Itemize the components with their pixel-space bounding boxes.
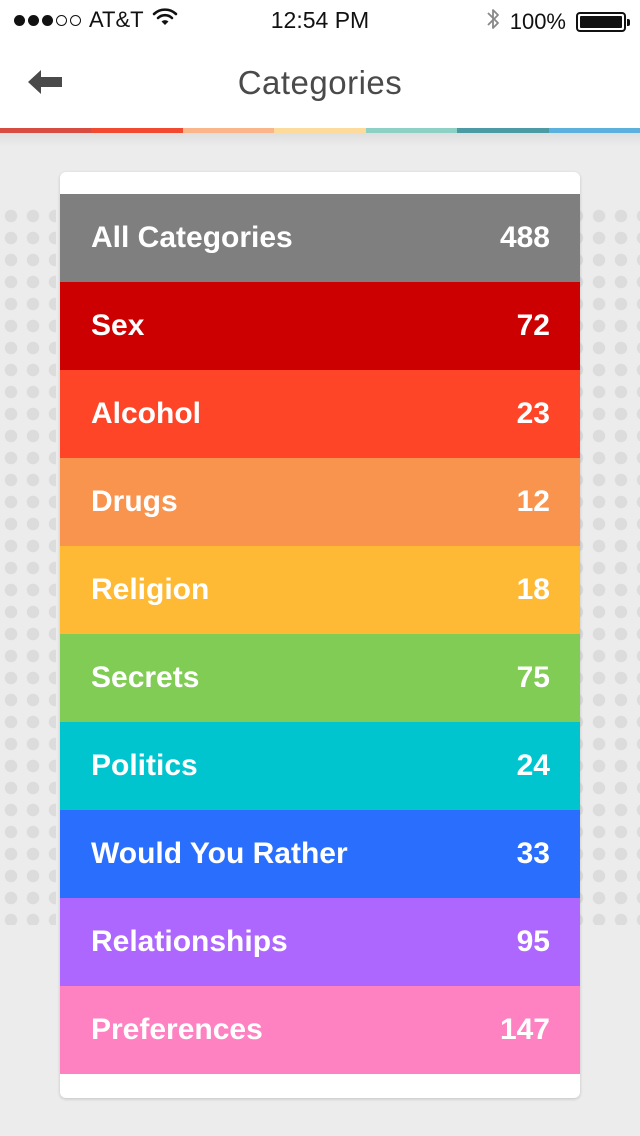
category-row[interactable]: Religion 18 <box>60 546 580 634</box>
category-name: All Categories <box>91 221 293 254</box>
category-name: Preferences <box>91 1013 263 1046</box>
category-count: 18 <box>516 573 550 606</box>
category-row[interactable]: Drugs 12 <box>60 458 580 546</box>
categories-card: All Categories 488 Sex 72 Alcohol 23 Drugs 12 Re… <box>60 172 580 1098</box>
category-name: Would You Rather <box>91 837 348 870</box>
category-count: 147 <box>499 1013 550 1046</box>
page-title: Categories <box>237 64 403 101</box>
status-right: 100% <box>486 7 630 37</box>
category-count: 23 <box>516 397 550 430</box>
category-row[interactable]: Alcohol 23 <box>60 370 580 458</box>
background-dot-pattern-right <box>580 205 640 925</box>
battery-icon <box>576 12 630 32</box>
navigation-bar: Categories <box>0 40 640 128</box>
category-count: 75 <box>516 661 550 694</box>
category-name: Drugs <box>91 485 178 518</box>
category-row[interactable]: All Categories 488 <box>60 194 580 282</box>
category-name: Secrets <box>91 661 200 694</box>
category-row[interactable]: Sex 72 <box>60 282 580 370</box>
battery-tip <box>627 19 630 26</box>
category-row[interactable]: Secrets 75 <box>60 634 580 722</box>
category-row[interactable]: Would You Rather 33 <box>60 810 580 898</box>
nav-shadow <box>0 133 640 147</box>
category-name: Relationships <box>91 925 288 958</box>
category-name: Politics <box>91 749 198 782</box>
category-row[interactable]: Relationships 95 <box>60 898 580 986</box>
category-count: 95 <box>516 925 550 958</box>
status-bar: AT&T 12:54 PM 100% <box>0 0 640 40</box>
category-name: Religion <box>91 573 210 606</box>
category-list: All Categories 488 Sex 72 Alcohol 23 Drugs 12 Re… <box>60 194 580 1074</box>
category-row[interactable]: Politics 24 <box>60 722 580 810</box>
category-count: 72 <box>516 309 550 342</box>
category-row[interactable]: Preferences 147 <box>60 986 580 1074</box>
category-name: Sex <box>91 309 145 342</box>
category-count: 24 <box>516 749 550 782</box>
category-count: 488 <box>499 221 550 254</box>
category-count: 33 <box>516 837 550 870</box>
battery-level-fill <box>580 16 622 28</box>
bluetooth-icon <box>486 7 500 37</box>
category-count: 12 <box>516 485 550 518</box>
category-name: Alcohol <box>91 397 201 430</box>
background-dot-pattern-left <box>0 205 56 925</box>
battery-percent: 100% <box>509 9 566 34</box>
